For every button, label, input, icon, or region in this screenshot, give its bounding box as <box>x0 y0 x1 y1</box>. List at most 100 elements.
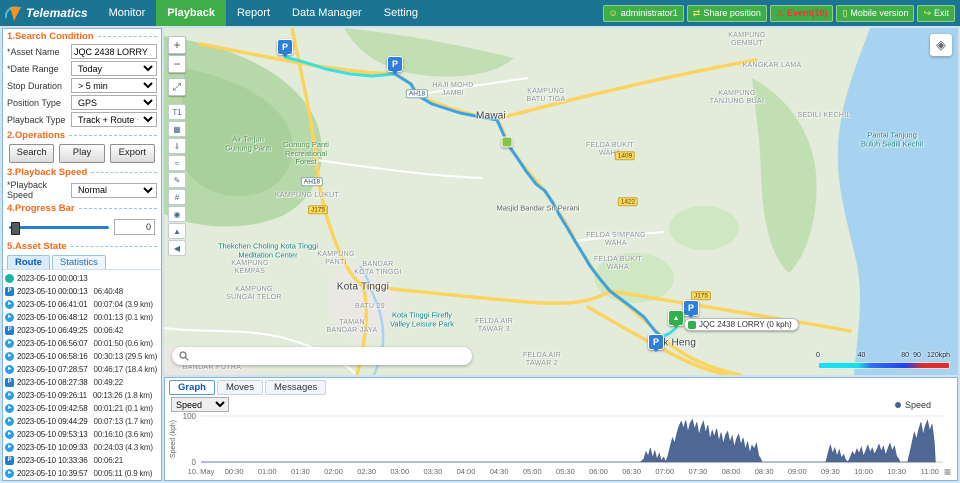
section-playback-speed-label: 3.Playback Speed <box>7 167 87 178</box>
exit-button[interactable]: ↪Exit <box>917 5 955 22</box>
brand-logo-icon <box>5 5 23 22</box>
svg-text:08:00: 08:00 <box>722 467 741 476</box>
map-markers: PPPP▲JQC 2438 LORRY (0 kph) <box>164 28 958 375</box>
progress-track[interactable] <box>9 226 109 229</box>
tab-graph[interactable]: Graph <box>169 380 215 395</box>
search-fields: *Asset Name*Date RangeTodayStop Duration… <box>3 43 161 128</box>
route-list-item[interactable]: P2023-05-10 10:33:3600:06:21 <box>5 454 159 467</box>
event-marker[interactable] <box>502 137 513 148</box>
route-list-item[interactable]: ▸2023-05-10 10:39:5700:05:11 (0.9 km) <box>5 467 159 480</box>
chart-tool[interactable]: ≈ <box>168 155 186 171</box>
export-button[interactable]: Export <box>110 144 155 163</box>
share-position-button[interactable]: ⇄Share position <box>687 5 767 22</box>
fullscreen-button[interactable]: ⤢ <box>168 78 186 96</box>
section-operations: 2.Operations <box>3 128 161 142</box>
event-button[interactable]: ⚠Event(10) <box>770 5 834 22</box>
collapse-tool[interactable]: ◀ <box>168 240 186 256</box>
chart-series-select[interactable]: Speed <box>171 397 229 412</box>
parking-marker[interactable]: P <box>683 300 699 316</box>
progress-handle[interactable] <box>11 222 20 235</box>
route-list-item[interactable]: ▸2023-05-10 06:41:0100:07:04 (3.9 km) <box>5 298 159 311</box>
tab-statistics[interactable]: Statistics <box>52 255 106 269</box>
zoom-in-button[interactable]: + <box>168 36 186 54</box>
asset-label-chip[interactable]: JQC 2438 LORRY (0 kph) <box>684 318 799 331</box>
event-label: Event(10) <box>787 8 828 18</box>
route-list-item[interactable]: ▸2023-05-10 06:58:1600:30:13 (29.5 km) <box>5 350 159 363</box>
nav-item-report[interactable]: Report <box>226 0 281 26</box>
route-list-item[interactable]: ▸2023-05-10 09:44:2900:07:13 (1.7 km) <box>5 415 159 428</box>
tab-moves[interactable]: Moves <box>217 380 263 395</box>
stop-duration-select[interactable]: > 5 min <box>71 78 157 93</box>
route-list-item[interactable]: 2023-05-10 00:00:13 <box>5 272 159 285</box>
map[interactable]: KAMPUNG GEMBUTKANGKAR LAMAKAMPUNG TANJUN… <box>164 28 958 375</box>
position-type-select[interactable]: GPS <box>71 95 157 110</box>
tab-route[interactable]: Route <box>7 255 50 269</box>
zoom-out-button[interactable]: − <box>168 55 186 73</box>
nav-item-data-manager[interactable]: Data Manager <box>281 0 373 26</box>
measure-tool[interactable]: # <box>168 189 186 205</box>
svg-text:06:00: 06:00 <box>589 467 608 476</box>
row-detail: 00:30:13 (29.5 km) <box>94 352 158 361</box>
svg-text:01:00: 01:00 <box>258 467 277 476</box>
asset-name-input[interactable] <box>71 44 157 59</box>
parking-icon: P <box>5 287 14 296</box>
row-detail: 00:06:21 <box>94 456 124 465</box>
parking-icon: P <box>5 456 14 465</box>
svg-text:04:00: 04:00 <box>457 467 476 476</box>
grid-tool[interactable]: ▦ <box>168 121 186 137</box>
route-list-item[interactable]: P2023-05-10 08:27:3800:49:22 <box>5 376 159 389</box>
route-list-item[interactable]: P2023-05-10 00:00:1306:40:48 <box>5 285 159 298</box>
date-range-select[interactable]: Today <box>71 61 157 76</box>
route-list-item[interactable]: ▸2023-05-10 09:26:1100:13:26 (1.8 km) <box>5 389 159 402</box>
route-list-item[interactable]: P2023-05-10 06:49:2500:06:42 <box>5 324 159 337</box>
label-tool[interactable]: T1 <box>168 104 186 120</box>
route-list-item[interactable]: ▸2023-05-10 09:42:5800:01:21 (0.1 km) <box>5 402 159 415</box>
map-search-box[interactable] <box>172 347 472 365</box>
chart-menu-icon[interactable]: ≡ <box>944 466 951 478</box>
user-button[interactable]: ☺administrator1 <box>603 5 684 22</box>
svg-text:08:30: 08:30 <box>755 467 774 476</box>
svg-text:07:30: 07:30 <box>688 467 707 476</box>
parking-icon: P <box>5 326 14 335</box>
draw-tool[interactable]: ✎ <box>168 172 186 188</box>
row-detail: 00:01:13 (0.1 km) <box>94 313 153 322</box>
play-button[interactable]: Play <box>59 144 104 163</box>
parking-marker[interactable]: P <box>387 56 403 72</box>
route-list-item[interactable]: ▸2023-05-10 06:48:1200:01:13 (0.1 km) <box>5 311 159 324</box>
parking-marker[interactable]: P <box>277 39 293 55</box>
route-list-item[interactable]: ▸2023-05-10 07:28:5700:46:17 (18.4 km) <box>5 363 159 376</box>
tab-messages[interactable]: Messages <box>265 380 326 395</box>
download-tool[interactable]: ⇓ <box>168 138 186 154</box>
playback-speed-select[interactable]: Normal <box>71 183 157 198</box>
top-navbar: Telematics MonitorPlaybackReportData Man… <box>0 0 960 26</box>
speed-legend-ticks: 0408090120kph <box>818 352 950 362</box>
section-asset-state: 5.Asset State <box>3 239 161 253</box>
route-list-item[interactable]: ▸2023-05-10 10:09:3300:24:03 (4.3 km) <box>5 441 159 454</box>
speed-legend-tick: 120kph <box>927 352 950 359</box>
mobile-version-button[interactable]: ▯Mobile version <box>836 5 914 22</box>
playback-speed-label: *Playback Speed <box>7 180 69 200</box>
flag-tool[interactable]: ▲ <box>168 223 186 239</box>
current-position-marker[interactable]: ▲ <box>668 310 684 326</box>
nav-item-playback[interactable]: Playback <box>156 0 226 26</box>
brand-text: Telematics <box>26 6 88 20</box>
poi-tool[interactable]: ◉ <box>168 206 186 222</box>
progress-value[interactable]: 0 <box>114 219 155 235</box>
layers-button[interactable]: ◈ <box>930 34 952 56</box>
sidebar: 1.Search Condition *Asset Name*Date Rang… <box>2 28 162 481</box>
moving-icon: ▸ <box>5 417 14 426</box>
exit-icon: ↪ <box>923 8 931 19</box>
map-search-input[interactable] <box>194 350 465 362</box>
nav-item-setting[interactable]: Setting <box>373 0 429 26</box>
speed-legend-tick: 90 <box>913 352 921 359</box>
route-list-item[interactable]: ▸2023-05-10 09:53:1300:16:10 (3.6 km) <box>5 428 159 441</box>
parking-marker[interactable]: P <box>648 334 664 350</box>
svg-text:03:00: 03:00 <box>390 467 409 476</box>
search-button[interactable]: Search <box>9 144 54 163</box>
bottom-panel: GraphMovesMessages Speed Speed 1000Speed… <box>164 377 958 481</box>
playback-type-select[interactable]: Track + Route + Statisti <box>71 112 157 127</box>
route-list-item[interactable]: ▸2023-05-10 06:56:0700:01:50 (0.6 km) <box>5 337 159 350</box>
nav-item-monitor[interactable]: Monitor <box>98 0 157 26</box>
legend-dot-icon <box>895 402 901 408</box>
route-list[interactable]: 2023-05-10 00:00:13P2023-05-10 00:00:130… <box>3 270 161 480</box>
